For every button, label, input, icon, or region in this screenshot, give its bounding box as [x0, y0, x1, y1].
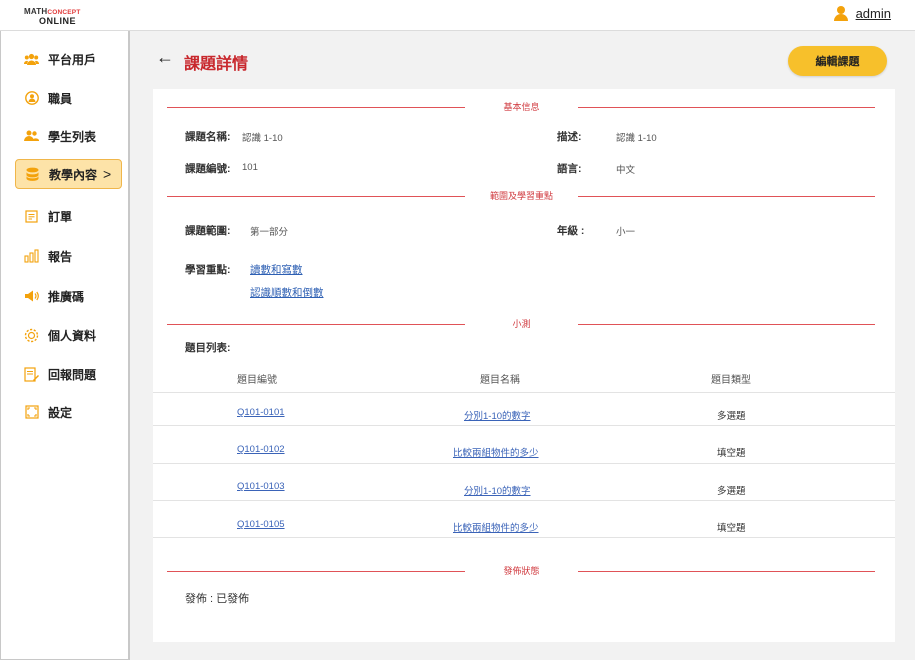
learning-focus-link[interactable]: 讀數和寫數	[250, 262, 303, 277]
report-icon	[24, 249, 39, 264]
order-icon	[24, 209, 39, 224]
question-name-link[interactable]: 分別1-10的數字	[464, 408, 531, 422]
question-type: 多選題	[717, 411, 746, 422]
row-divider	[153, 425, 895, 426]
grade-value: 小一	[616, 227, 636, 238]
students-icon	[24, 129, 39, 144]
section-title: 基本信息	[503, 102, 540, 112]
sidebar-item-label: 報告	[48, 249, 73, 264]
user-name-link[interactable]: admin	[856, 6, 891, 21]
divider	[578, 107, 875, 108]
section-title: 發佈狀態	[503, 566, 540, 576]
section-header-quiz: 小測	[167, 316, 875, 332]
sidebar-item-profile[interactable]: 個人資料	[15, 320, 122, 350]
divider	[578, 324, 875, 325]
topic-name-value: 認識 1-10	[242, 133, 283, 144]
question-type: 多選題	[717, 486, 746, 497]
section-header-basic: 基本信息	[167, 99, 875, 115]
sidebar-item-label: 個人資料	[48, 328, 97, 343]
staff-icon	[24, 91, 39, 106]
sidebar-item-label: 推廣碼	[48, 289, 85, 304]
chevron-right-icon: >	[103, 166, 112, 182]
topic-code-label: 課題編號:	[185, 163, 231, 175]
logo[interactable]: MathConcept ONLINE	[24, 7, 81, 26]
sidebar-item-orders[interactable]: 訂單	[15, 201, 122, 231]
sidebar-item-platform-users[interactable]: 平台用戶	[15, 44, 122, 74]
promo-icon	[24, 289, 39, 304]
column-header-name: 題目名稱	[480, 375, 520, 386]
logo-math: Math	[24, 7, 48, 16]
profile-icon	[24, 328, 39, 343]
language-value: 中文	[616, 165, 636, 176]
sidebar: 平台用戶 職員 學生列表 教學內容 > 訂單 報告 推廣碼 個人資料 回報問題 …	[0, 31, 130, 660]
feedback-icon	[24, 366, 39, 382]
description-label: 描述:	[557, 131, 582, 143]
question-name-link[interactable]: 比較兩組物件的多少	[453, 445, 539, 459]
sidebar-item-label: 學生列表	[48, 129, 97, 144]
back-arrow-icon[interactable]: ←	[156, 47, 174, 68]
logo-online: ONLINE	[39, 16, 77, 26]
sidebar-item-promo-code[interactable]: 推廣碼	[15, 281, 122, 311]
question-name-link[interactable]: 分別1-10的數字	[464, 483, 531, 497]
user-icon	[833, 6, 848, 21]
sidebar-item-label: 職員	[48, 91, 73, 106]
question-code-link[interactable]: Q101-0102	[237, 444, 285, 455]
divider	[578, 571, 875, 572]
learning-focus-link[interactable]: 認識順數和倒數	[250, 285, 324, 300]
user-menu[interactable]: admin	[833, 6, 891, 21]
sidebar-item-label: 平台用戶	[48, 52, 97, 67]
teaching-icon	[25, 167, 40, 182]
question-list-label: 題目列表:	[185, 342, 231, 354]
question-code-link[interactable]: Q101-0101	[237, 407, 285, 418]
question-code-link[interactable]: Q101-0105	[237, 519, 285, 530]
sidebar-item-settings[interactable]: 設定	[15, 397, 122, 427]
topic-name-label: 課題名稱:	[185, 131, 231, 143]
logo-concept: Concept	[47, 9, 81, 16]
sidebar-item-label: 回報問題	[48, 367, 97, 382]
row-divider	[153, 537, 895, 538]
divider	[167, 571, 465, 572]
description-value: 認識 1-10	[616, 133, 657, 144]
sidebar-item-report-issue[interactable]: 回報問題	[15, 359, 122, 389]
learning-focus-label: 學習重點:	[185, 264, 231, 276]
section-header-publish: 發佈狀態	[167, 563, 875, 579]
column-header-code: 題目編號	[237, 375, 277, 386]
grade-label: 年級 :	[557, 225, 585, 237]
topic-detail-card: 基本信息 課題名稱: 認識 1-10 描述: 認識 1-10 課題編號: 101…	[153, 89, 895, 642]
users-icon	[24, 52, 39, 67]
column-header-type: 題目類型	[711, 375, 751, 386]
divider	[167, 196, 465, 197]
row-divider	[153, 392, 895, 393]
section-title: 小測	[512, 319, 531, 329]
row-divider	[153, 500, 895, 501]
sidebar-item-teaching-content[interactable]: 教學內容 >	[15, 159, 122, 189]
topic-range-value: 第一部分	[250, 227, 289, 238]
main-content: ← 課題詳情 編輯課題 基本信息 課題名稱: 認識 1-10 描述: 認識 1-…	[130, 31, 915, 660]
section-title: 範圍及學習重點	[489, 191, 553, 201]
divider	[167, 107, 465, 108]
sidebar-item-label: 設定	[48, 405, 73, 420]
section-header-scope: 範圍及學習重點	[167, 188, 875, 204]
question-name-link[interactable]: 比較兩組物件的多少	[453, 520, 539, 534]
sidebar-item-label: 訂單	[48, 209, 73, 224]
topic-code-value: 101	[242, 162, 258, 173]
top-bar: MathConcept ONLINE admin	[0, 0, 915, 31]
sidebar-item-staff[interactable]: 職員	[15, 83, 122, 113]
sidebar-item-reports[interactable]: 報告	[15, 241, 122, 271]
settings-icon	[24, 405, 39, 420]
publish-status: 發佈 : 已發佈	[185, 593, 250, 605]
page-title: 課題詳情	[184, 56, 249, 73]
edit-topic-button[interactable]: 編輯課題	[788, 46, 887, 76]
question-code-link[interactable]: Q101-0103	[237, 481, 285, 492]
sidebar-item-label: 教學內容	[49, 167, 98, 182]
topic-range-label: 課題範圍:	[185, 225, 231, 237]
divider	[578, 196, 875, 197]
divider	[167, 324, 465, 325]
question-type: 填空題	[717, 448, 746, 459]
language-label: 語言:	[557, 163, 582, 175]
row-divider	[153, 463, 895, 464]
sidebar-item-students[interactable]: 學生列表	[15, 121, 122, 151]
question-type: 填空題	[717, 523, 746, 534]
